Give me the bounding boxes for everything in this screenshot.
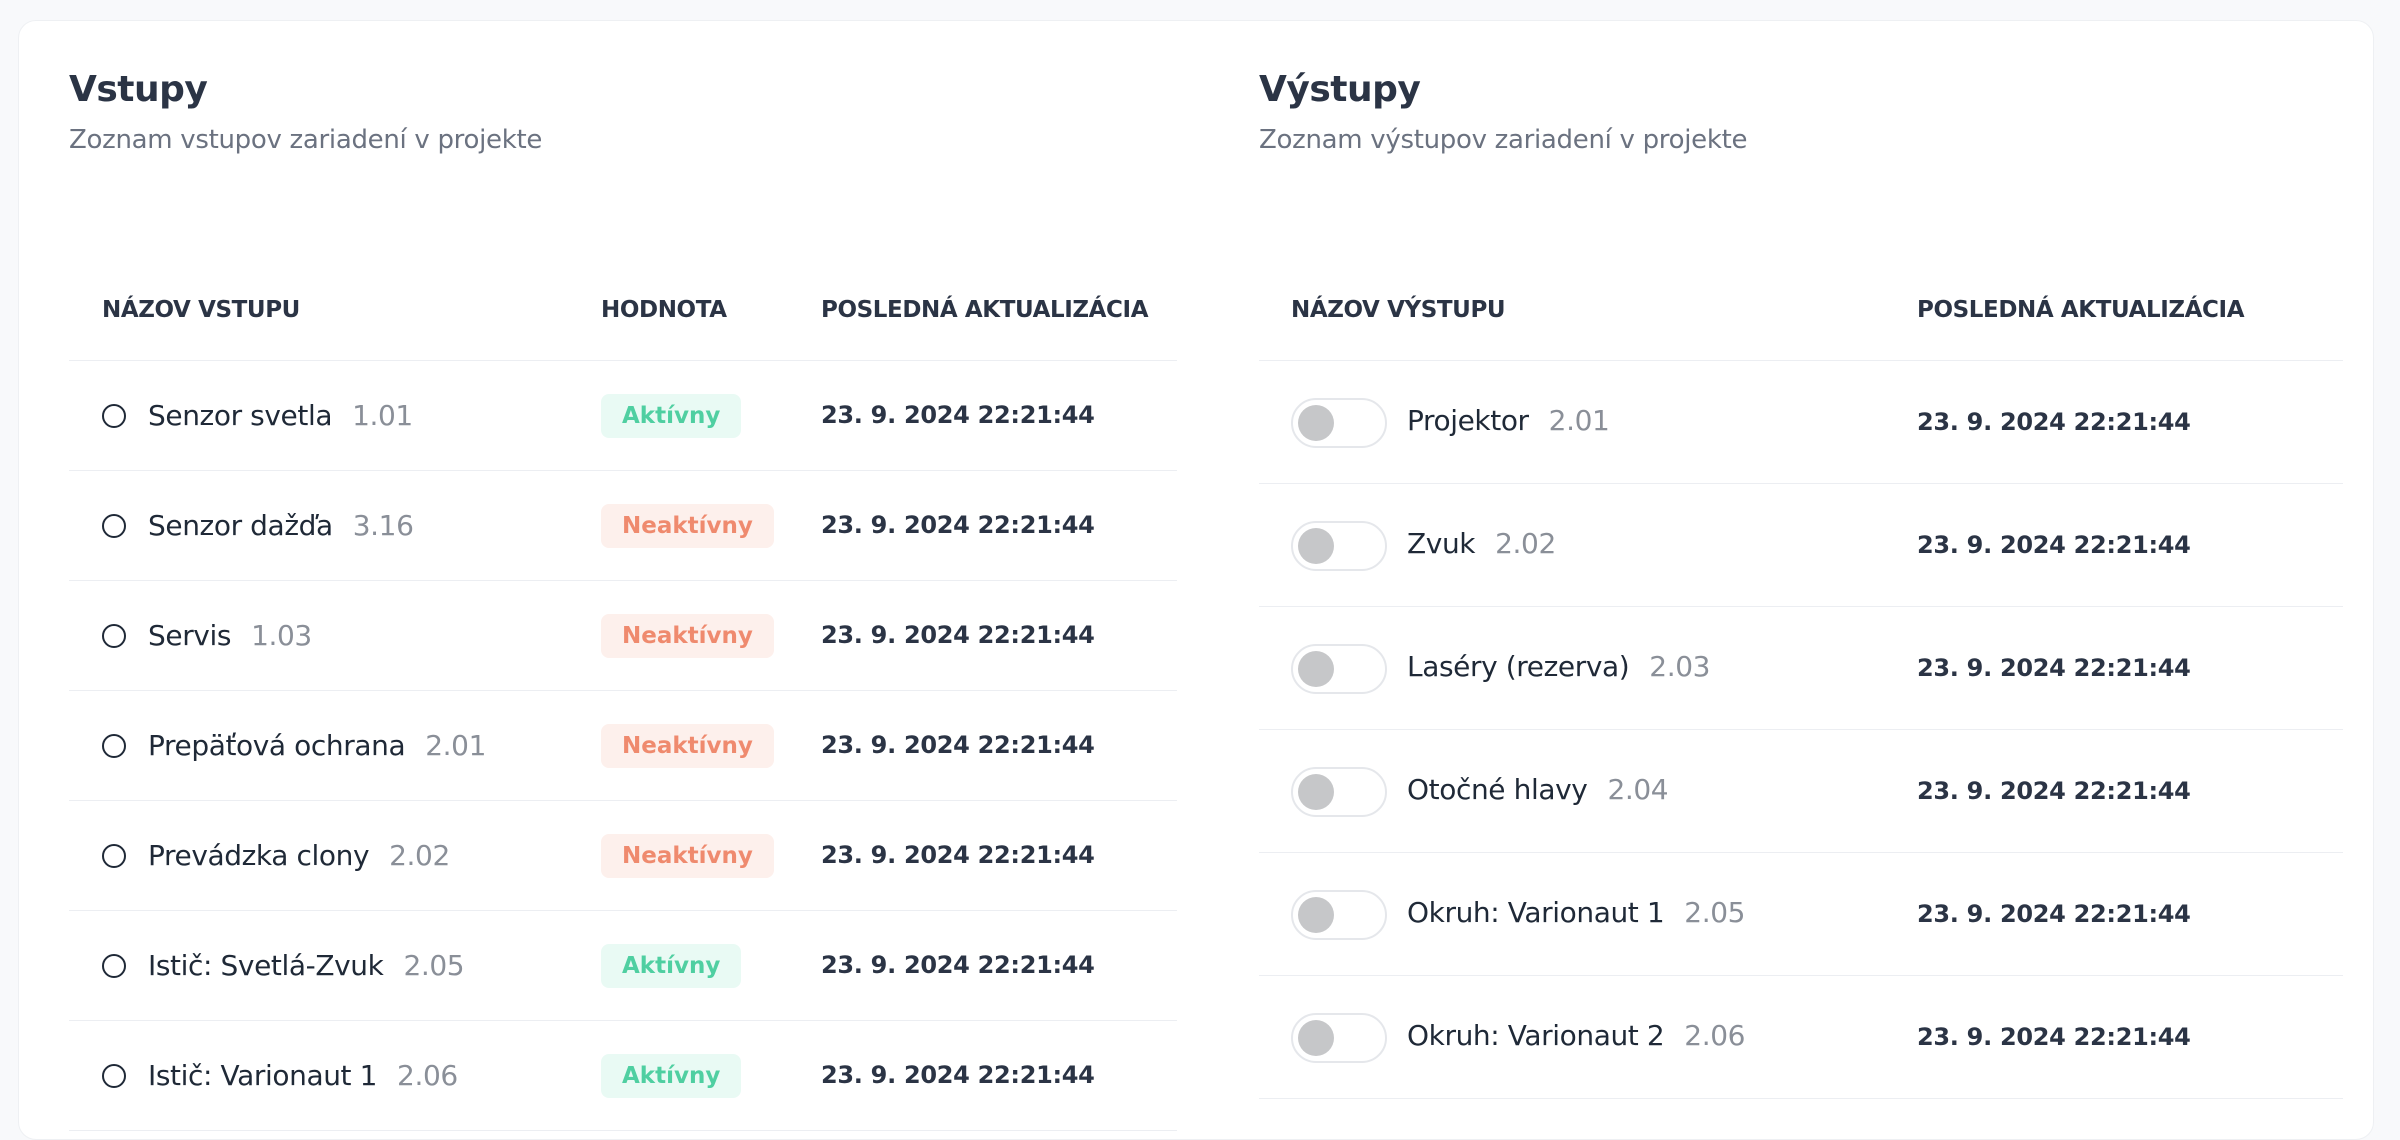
timestamp: 23. 9. 2024 22:21:44: [821, 401, 1095, 429]
radio-circle-icon: [102, 734, 126, 758]
status-badge: Neaktívny: [601, 614, 774, 658]
table-row: Senzor dažďa 3.16 Neaktívny 23. 9. 2024 2…: [69, 471, 1177, 581]
table-row: Servis 1.03 Neaktívny 23. 9. 2024 22:21:4…: [69, 581, 1177, 691]
column-header-value: HODNOTA: [601, 297, 727, 323]
toggle-knob: [1298, 651, 1334, 687]
output-code: 2.05: [1684, 896, 1746, 929]
table-row: Okruh: Varionaut 2 2.06 23. 9. 2024 22:21…: [1259, 976, 2343, 1099]
input-name: Prevádzka clony 2.02: [148, 839, 450, 872]
output-name: Laséry (rezerva) 2.03: [1407, 650, 1711, 683]
output-code: 2.03: [1649, 650, 1711, 683]
outputs-table-header: NÁZOV VÝSTUPU POSLEDNÁ AKTUALIZÁCIA: [1259, 273, 2343, 361]
timestamp: 23. 9. 2024 22:21:44: [1917, 531, 2191, 559]
table-row: Prevádzka clony 2.02 Neaktívny 23. 9. 202…: [69, 801, 1177, 911]
output-name: Okruh: Varionaut 1 2.05: [1407, 896, 1746, 929]
toggle-knob: [1298, 1020, 1334, 1056]
column-header-updated: POSLEDNÁ AKTUALIZÁCIA: [1917, 297, 2245, 323]
output-toggle[interactable]: [1291, 1013, 1387, 1063]
timestamp: 23. 9. 2024 22:21:44: [1917, 654, 2191, 682]
input-name: Prepäťová ochrana 2.01: [148, 729, 486, 762]
input-code: 2.02: [389, 839, 450, 872]
output-toggle[interactable]: [1291, 521, 1387, 571]
radio-circle-icon: [102, 954, 126, 978]
input-name: Istič: Svetlá-Zvuk 2.05: [148, 949, 465, 982]
input-code: 2.05: [403, 949, 465, 982]
radio-circle-icon: [102, 514, 126, 538]
radio-circle-icon: [102, 404, 126, 428]
timestamp: 23. 9. 2024 22:21:44: [821, 951, 1095, 979]
status-badge: Neaktívny: [601, 724, 774, 768]
output-name: Projektor 2.01: [1407, 404, 1610, 437]
toggle-knob: [1298, 897, 1334, 933]
input-code: 2.01: [425, 729, 486, 762]
timestamp: 23. 9. 2024 22:21:44: [1917, 408, 2191, 436]
table-row: Zvuk 2.02 23. 9. 2024 22:21:44: [1259, 484, 2343, 607]
output-name: Zvuk 2.02: [1407, 527, 1556, 560]
status-badge: Neaktívny: [601, 504, 774, 548]
input-name: Senzor svetla 1.01: [148, 399, 413, 432]
status-badge: Aktívny: [601, 1054, 742, 1098]
input-code: 2.06: [397, 1059, 458, 1092]
table-row: Istič: Varionaut 1 2.06 Aktívny 23. 9. 20…: [69, 1021, 1177, 1131]
inputs-table-header: NÁZOV VSTUPU HODNOTA POSLEDNÁ AKTUALIZÁC…: [69, 273, 1177, 361]
output-code: 2.06: [1684, 1019, 1746, 1052]
toggle-knob: [1298, 774, 1334, 810]
inputs-subtitle: Zoznam vstupov zariadení v projekte: [69, 125, 543, 155]
column-header-name: NÁZOV VÝSTUPU: [1291, 297, 1506, 323]
table-row: Otočné hlavy 2.04 23. 9. 2024 22:21:44: [1259, 730, 2343, 853]
timestamp: 23. 9. 2024 22:21:44: [821, 841, 1095, 869]
inputs-title: Vstupy: [69, 69, 208, 110]
radio-circle-icon: [102, 844, 126, 868]
input-code: 1.01: [352, 399, 413, 432]
timestamp: 23. 9. 2024 22:21:44: [821, 731, 1095, 759]
table-row: Prepäťová ochrana 2.01 Neaktívny 23. 9. 2…: [69, 691, 1177, 801]
timestamp: 23. 9. 2024 22:21:44: [821, 621, 1095, 649]
timestamp: 23. 9. 2024 22:21:44: [1917, 777, 2191, 805]
status-badge: Neaktívny: [601, 834, 774, 878]
toggle-knob: [1298, 528, 1334, 564]
io-card: Vstupy Zoznam vstupov zariadení v projek…: [18, 20, 2374, 1140]
input-code: 1.03: [251, 619, 312, 652]
radio-circle-icon: [102, 624, 126, 648]
output-toggle[interactable]: [1291, 644, 1387, 694]
table-row: Istič: Svetlá-Zvuk 2.05 Aktívny 23. 9. 20…: [69, 911, 1177, 1021]
output-toggle[interactable]: [1291, 767, 1387, 817]
output-name: Otočné hlavy 2.04: [1407, 773, 1669, 806]
status-badge: Aktívny: [601, 394, 742, 438]
table-row: Senzor svetla 1.01 Aktívny 23. 9. 2024 22…: [69, 361, 1177, 471]
table-row: Projektor 2.01 23. 9. 2024 22:21:44: [1259, 361, 2343, 484]
timestamp: 23. 9. 2024 22:21:44: [1917, 1023, 2191, 1051]
input-name: Servis 1.03: [148, 619, 312, 652]
output-toggle[interactable]: [1291, 398, 1387, 448]
outputs-title: Výstupy: [1259, 69, 1421, 110]
input-code: 3.16: [352, 509, 414, 542]
input-name: Senzor dažďa 3.16: [148, 509, 414, 542]
table-row: Laséry (rezerva) 2.03 23. 9. 2024 22:21:4…: [1259, 607, 2343, 730]
status-badge: Aktívny: [601, 944, 742, 988]
column-header-name: NÁZOV VSTUPU: [102, 297, 300, 323]
radio-circle-icon: [102, 1064, 126, 1088]
outputs-subtitle: Zoznam výstupov zariadení v projekte: [1259, 125, 1748, 155]
output-code: 2.01: [1548, 404, 1610, 437]
timestamp: 23. 9. 2024 22:21:44: [1917, 900, 2191, 928]
output-code: 2.04: [1607, 773, 1669, 806]
input-name: Istič: Varionaut 1 2.06: [148, 1059, 458, 1092]
timestamp: 23. 9. 2024 22:21:44: [821, 511, 1095, 539]
toggle-knob: [1298, 405, 1334, 441]
output-toggle[interactable]: [1291, 890, 1387, 940]
output-name: Okruh: Varionaut 2 2.06: [1407, 1019, 1746, 1052]
output-code: 2.02: [1495, 527, 1556, 560]
table-row: Okruh: Varionaut 1 2.05 23. 9. 2024 22:21…: [1259, 853, 2343, 976]
column-header-updated: POSLEDNÁ AKTUALIZÁCIA: [821, 297, 1149, 323]
timestamp: 23. 9. 2024 22:21:44: [821, 1061, 1095, 1089]
